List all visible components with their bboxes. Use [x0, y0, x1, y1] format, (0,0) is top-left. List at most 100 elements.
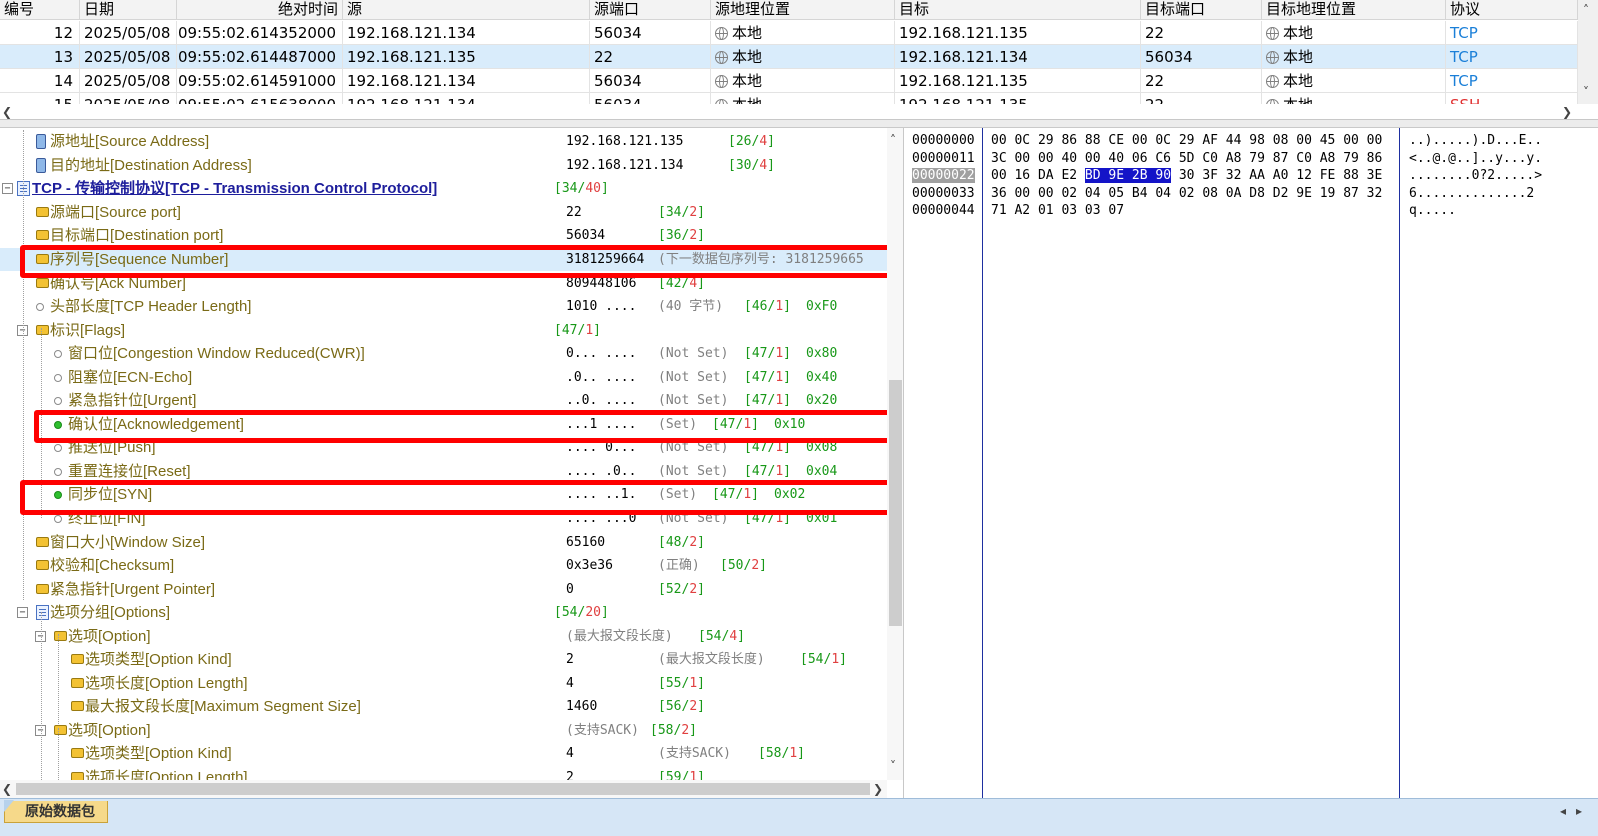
scroll-left-icon[interactable]: ❮ [2, 781, 12, 797]
offset-start: 34 [561, 181, 578, 196]
tree-row[interactable]: 选项类型[Option Kind] 2 (最大报文段长度) [54/1] [0, 648, 887, 671]
packet-list-vscrollbar[interactable]: ˄ ˅ [1578, 0, 1598, 104]
tree-field-description: (Not Set) [658, 346, 729, 361]
dot-icon [54, 374, 62, 382]
tree-field-name: 选项类型[Option Kind] [85, 745, 232, 762]
field-icon [71, 701, 84, 711]
cell-no: 13 [0, 45, 80, 69]
hex-bytes-selected[interactable]: BD 9E 2B 90 [1084, 168, 1172, 183]
offset-start: 58 [657, 723, 674, 738]
hex-offset: 00000011 [912, 150, 975, 167]
tab-scroll-right-icon[interactable]: ▸ [1576, 803, 1582, 819]
col-header-time[interactable]: 绝对时间 [177, 0, 343, 20]
tree-guide-line [58, 728, 59, 780]
packet-list-hscrollbar[interactable]: ❮ ❯ [0, 104, 1578, 119]
tree-row[interactable]: − 选项分组[Options] [54/20] [0, 601, 887, 624]
tree-field-name: 选项分组[Options] [50, 604, 171, 621]
tree-field-offset: [58/1] [758, 746, 805, 761]
cell-dgeo: 本地 [1262, 21, 1446, 45]
scroll-right-icon[interactable]: ❯ [873, 781, 883, 797]
tree-field-name: 选项[Option] [68, 628, 151, 645]
hex-ascii[interactable]: 6..............2 [1409, 185, 1534, 202]
col-header-dgeo[interactable]: 目标地理位置 [1262, 0, 1446, 20]
packet-row-selected[interactable]: 13 2025/05/08 09:55:02.614487000 192.168… [0, 45, 1578, 69]
tree-row[interactable]: 目的地址[Destination Address] 192.168.121.134… [0, 154, 887, 177]
field-icon [36, 207, 49, 217]
tree-field-name: 最大报文段长度[Maximum Segment Size] [85, 698, 361, 715]
tree-row[interactable]: − 选项[Option] (最大报文段长度) [54/4] [0, 625, 887, 648]
hex-ascii[interactable]: <..@.@..]..y...y. [1409, 150, 1542, 167]
collapse-toggle-icon[interactable]: − [2, 183, 13, 194]
tree-row[interactable]: − 标识[Flags] [47/1] [0, 319, 887, 342]
offset-length: 4 [759, 158, 768, 173]
tab-scroll-left-icon[interactable]: ◂ [1560, 803, 1566, 819]
tree-row[interactable]: 选项长度[Option Length] 4 [55/1] [0, 672, 887, 695]
tree-field-description: (正确) [658, 558, 700, 573]
tree-row[interactable]: 紧急指针[Urgent Pointer] 0 [52/2] [0, 578, 887, 601]
hex-offset-value: 00000022 [912, 168, 975, 183]
hex-bytes[interactable]: 3C 00 00 40 00 40 06 C6 5D C0 A8 79 87 C… [991, 150, 1382, 167]
tree-row[interactable]: 源端口[Source port] 22 [34/2] [0, 201, 887, 224]
col-header-sgeo[interactable]: 源地理位置 [711, 0, 895, 20]
tree-field-description: (支持SACK) [658, 746, 731, 761]
offset-length: 1 [775, 299, 784, 314]
globe-icon [1266, 51, 1279, 64]
col-header-no[interactable]: 编号 [0, 0, 80, 20]
packet-row[interactable]: 12 2025/05/08 09:55:02.614352000 192.168… [0, 21, 1578, 45]
scroll-thumb[interactable] [889, 380, 902, 626]
col-header-src[interactable]: 源 [343, 0, 590, 20]
tree-row[interactable]: − 选项[Option] (支持SACK) [58/2] [0, 719, 887, 742]
col-header-dst[interactable]: 目标 [895, 0, 1141, 20]
hex-bytes[interactable]: 36 00 00 02 04 05 B4 04 02 08 0A D8 D2 9… [991, 185, 1382, 202]
offset-length: 4 [759, 134, 768, 149]
highlight-box-sequence [20, 245, 903, 278]
scroll-up-icon[interactable]: ˄ [890, 132, 896, 148]
offset-start: 56 [665, 699, 682, 714]
tab-raw-packet[interactable]: 原始数据包 [4, 800, 108, 823]
hex-offset: 00000022 [912, 167, 975, 184]
detail-vscrollbar[interactable]: ˄ ˅ [887, 128, 903, 780]
tree-row[interactable]: 校验和[Checksum] 0x3e36 (正确) [50/2] [0, 554, 887, 577]
collapse-toggle-icon[interactable]: − [17, 607, 28, 618]
tree-field-description: (Not Set) [658, 370, 729, 385]
tree-field-value: 0x3e36 [566, 558, 613, 573]
tree-row[interactable]: 紧急指针位[Urgent] ..0. .... (Not Set) [47/1] 0x2… [0, 389, 887, 412]
offset-start: 46 [751, 299, 768, 314]
scroll-right-icon[interactable]: ❯ [1562, 104, 1572, 119]
col-header-dport[interactable]: 目标端口 [1141, 0, 1262, 20]
tree-field-name: 校验和[Checksum] [50, 557, 175, 574]
tree-row[interactable]: 最大报文段长度[Maximum Segment Size] 1460 [56/2] [0, 695, 887, 718]
col-header-sport[interactable]: 源端口 [590, 0, 711, 20]
col-header-date[interactable]: 日期 [80, 0, 177, 20]
scroll-left-icon[interactable]: ❮ [2, 104, 12, 119]
tree-row[interactable]: 选项类型[Option Kind] 4 (支持SACK) [58/1] [0, 742, 887, 765]
hex-bytes[interactable]: 71 A2 01 03 03 07 [991, 202, 1124, 219]
tree-row[interactable]: 窗口大小[Window Size] 65160 [48/2] [0, 531, 887, 554]
tree-row[interactable]: 阻塞位[ECN-Echo] .0.. .... (Not Set) [47/1] 0x4… [0, 366, 887, 389]
offset-length: 4 [729, 629, 738, 644]
pane-splitter[interactable] [0, 120, 1598, 128]
cell-no: 12 [0, 21, 80, 45]
scroll-up-icon[interactable]: ˄ [1583, 2, 1589, 18]
hex-ascii[interactable]: q..... [1409, 202, 1456, 219]
tree-row[interactable]: 头部长度[TCP Header Length] 1010 .... (40 字节) [… [0, 295, 887, 318]
hex-offset-value: 00000044 [912, 203, 975, 218]
detail-hscrollbar[interactable]: ❮ ❯ [0, 780, 887, 798]
tree-field-name: 紧急指针[Urgent Pointer] [50, 581, 216, 598]
tree-row[interactable]: 源地址[Source Address] 192.168.121.135 [26/4] [0, 130, 887, 153]
packet-row[interactable]: 14 2025/05/08 09:55:02.614591000 192.168… [0, 69, 1578, 93]
hex-bytes[interactable]: 00 16 DA E2 BD 9E 2B 90 30 3F 32 AA A0 1… [991, 167, 1382, 184]
tree-field-value: 192.168.121.135 [566, 134, 684, 149]
scroll-thumb[interactable] [16, 783, 870, 795]
tree-row[interactable]: 目标端口[Destination port] 56034 [36/2] [0, 224, 887, 247]
scroll-down-icon[interactable]: ˅ [890, 758, 896, 774]
globe-icon [1266, 75, 1279, 88]
col-header-proto[interactable]: 协议 [1446, 0, 1578, 20]
hex-ascii[interactable]: ..).....).D...E.. [1409, 132, 1542, 149]
tree-row[interactable]: − TCP - 传输控制协议[TCP - Transmission Control… [0, 177, 887, 200]
cell-time: 09:55:02.614591000 [177, 69, 343, 93]
hex-bytes[interactable]: 00 0C 29 86 88 CE 00 0C 29 AF 44 98 08 0… [991, 132, 1382, 149]
scroll-down-icon[interactable]: ˅ [1583, 84, 1589, 100]
hex-ascii[interactable]: ........0?2.....> [1409, 167, 1542, 184]
tree-row[interactable]: 窗口位[Congestion Window Reduced(CWR)] 0... … [0, 342, 887, 365]
